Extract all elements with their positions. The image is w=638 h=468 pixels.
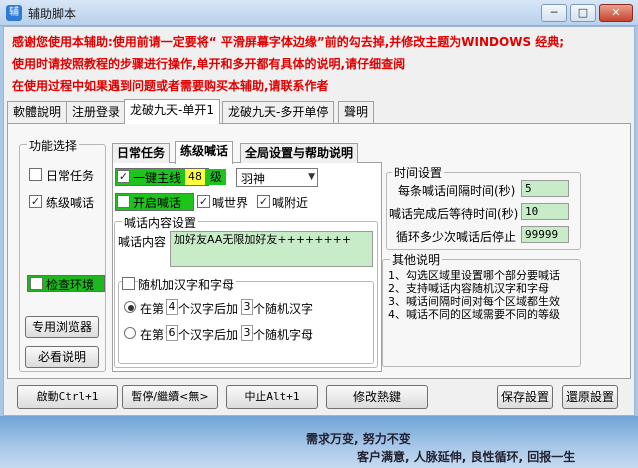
must-read-button[interactable]: 必看说明: [25, 346, 99, 368]
rule2-prefix: 在第: [140, 328, 165, 342]
check-env-checkbox[interactable]: [30, 277, 43, 290]
level-value[interactable]: 48: [185, 169, 205, 185]
app-icon: 辅: [6, 5, 22, 21]
restore-settings-button[interactable]: 還原設置: [562, 385, 618, 409]
level-shout-checkbox[interactable]: ✓: [29, 195, 42, 208]
random-label: 随机加汉字和字母: [138, 276, 237, 293]
level-shout-label: 练级喊话: [46, 196, 95, 210]
loop-input[interactable]: 99999: [521, 226, 569, 243]
footer-line-2: 客户满意, 人脉延伸, 良性循环, 回报一生: [357, 450, 576, 464]
change-hotkey-button[interactable]: 修改熱鍵: [326, 385, 428, 409]
tab-multi-open[interactable]: 龙破九天-多开单停: [222, 101, 335, 123]
subtab-daily[interactable]: 日常任务: [112, 143, 171, 163]
rule1-prefix: 在第: [140, 302, 165, 316]
tab-register-login[interactable]: 注册登录: [66, 101, 127, 123]
loop-label: 循环多少次喊话后停止: [396, 230, 517, 244]
random-group: [118, 281, 374, 364]
rule1-count-input[interactable]: 3: [241, 299, 253, 315]
footer-banner: 需求万变, 努力不变 客户满意, 人脉延伸, 良性循环, 回报一生: [0, 416, 638, 468]
rule1-suffix: 个随机汉字: [253, 302, 314, 316]
interval-label: 每条喊话间隔时间(秒): [398, 184, 516, 198]
rule1-position-input[interactable]: 4: [166, 299, 178, 315]
rule2-position-input[interactable]: 6: [166, 325, 178, 341]
close-button[interactable]: ✕: [599, 4, 633, 22]
interval-input[interactable]: 5: [521, 180, 569, 197]
stop-button[interactable]: 中止Alt+1: [226, 385, 318, 409]
note-line-4: 4、喊话不同的区域需要不同的等级: [388, 308, 560, 321]
wait-label: 喊话完成后等待时间(秒): [389, 207, 519, 221]
profession-select[interactable]: 羽神 ▼: [236, 168, 318, 187]
main-line-checkbox[interactable]: ✓: [117, 170, 130, 183]
daily-task-checkbox[interactable]: [29, 168, 42, 181]
pause-button[interactable]: 暫停/繼續<無>: [122, 385, 218, 409]
tab-software-info[interactable]: 軟體說明: [7, 101, 68, 123]
minimize-button[interactable]: ─: [541, 4, 567, 22]
open-shout-checkbox[interactable]: [117, 195, 130, 208]
notice-line-1: 感谢您使用本辅助:使用前请一定要将“ 平滑屏幕字体边缘”前的勾去掉,并修改主题为…: [12, 35, 565, 49]
level-unit: 级: [206, 169, 226, 185]
save-settings-button[interactable]: 保存設置: [497, 385, 553, 409]
notice-line-2: 使用时请按照教程的步骤进行操作,单开和多开都有具体的说明,请仔细查阅: [12, 57, 406, 71]
shout-world-checkbox[interactable]: ✓: [197, 195, 210, 208]
random-checkbox[interactable]: [122, 277, 135, 290]
rule1-mid: 个汉字后加: [178, 302, 239, 316]
title-bar: 辅 辅助脚本 ─ □ ✕: [0, 0, 638, 26]
wait-input[interactable]: 10: [521, 203, 569, 220]
check-env-label: 检查环境: [46, 278, 95, 292]
chevron-down-icon: ▼: [308, 172, 315, 182]
shout-nearby-label: 喊附近: [272, 196, 309, 210]
content-label: 喊话内容: [118, 235, 167, 249]
profession-value: 羽神: [241, 172, 266, 186]
start-button[interactable]: 啟動Ctrl+1: [17, 385, 118, 409]
rule2-count-input[interactable]: 3: [241, 325, 253, 341]
window-title: 辅助脚本: [28, 7, 77, 21]
content-input[interactable]: 加好友AA无限加好友++++++++: [170, 231, 373, 267]
function-group-title: 功能选择: [27, 137, 80, 154]
subtab-level-shout[interactable]: 练级喊话: [175, 141, 234, 164]
rule1-radio[interactable]: [124, 301, 136, 313]
subtab-global-settings[interactable]: 全局设置与帮助说明: [240, 143, 359, 163]
footer-line-1: 需求万变, 努力不变: [306, 432, 411, 446]
shout-world-label: 喊世界: [212, 196, 249, 210]
tab-single-open[interactable]: 龙破九天-单开1: [124, 99, 220, 124]
open-shout-label: 开启喊话: [133, 196, 182, 210]
rule2-suffix: 个随机字母: [253, 328, 314, 342]
daily-task-label: 日常任务: [46, 169, 95, 183]
content-group-title: 喊话内容设置: [122, 214, 199, 231]
maximize-button[interactable]: □: [570, 4, 596, 22]
notice-line-3: 在使用过程中如果遇到问题或者需要购买本辅助,请联系作者: [12, 79, 329, 93]
tab-statement[interactable]: 聲明: [338, 101, 375, 123]
shout-nearby-checkbox[interactable]: ✓: [257, 195, 270, 208]
other-notes-title: 其他说明: [390, 251, 443, 268]
main-line-label: 一键主线: [133, 171, 182, 185]
time-settings-title: 时间设置: [392, 164, 445, 181]
dedicated-browser-button[interactable]: 专用浏览器: [25, 316, 99, 338]
rule2-mid: 个汉字后加: [178, 328, 239, 342]
rule2-radio[interactable]: [124, 327, 136, 339]
